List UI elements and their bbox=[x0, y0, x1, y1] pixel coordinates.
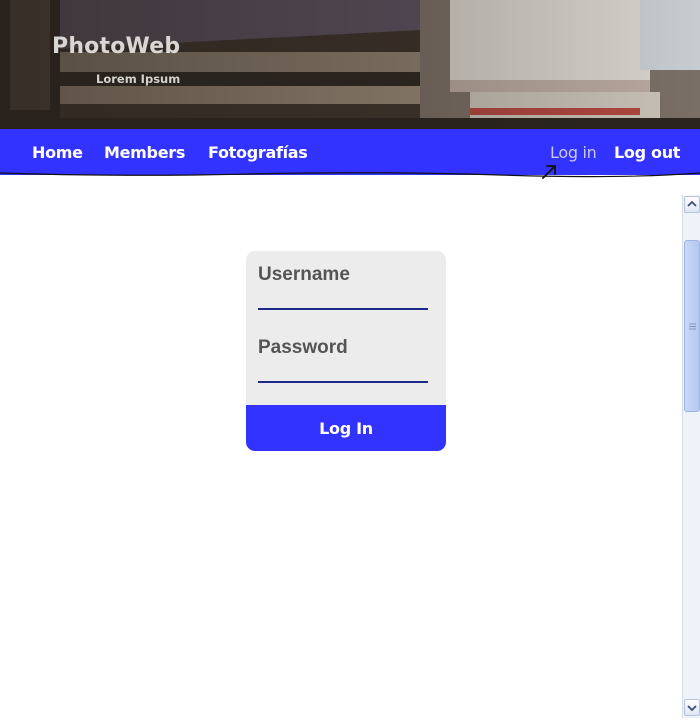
site-subtitle: Lorem Ipsum bbox=[96, 72, 181, 86]
username-input[interactable] bbox=[258, 288, 428, 310]
vertical-scrollbar[interactable] bbox=[682, 195, 700, 718]
banner-shade bbox=[0, 0, 700, 129]
chevron-up-icon bbox=[687, 200, 697, 207]
username-label: Username bbox=[258, 264, 350, 285]
login-submit-button[interactable]: Log In bbox=[246, 405, 446, 451]
scrollbar-thumb[interactable] bbox=[684, 240, 700, 412]
scroll-down-button[interactable] bbox=[684, 699, 700, 716]
password-input[interactable] bbox=[258, 361, 428, 383]
arrow-up-right-icon bbox=[542, 165, 556, 179]
login-card: Username Password Log In bbox=[246, 251, 446, 451]
nav-item-fotografias[interactable]: Fotografías bbox=[208, 143, 308, 162]
password-label: Password bbox=[258, 337, 348, 358]
chevron-down-icon bbox=[687, 705, 697, 712]
grip-lines-icon bbox=[689, 323, 696, 330]
nav-item-members[interactable]: Members bbox=[104, 143, 185, 162]
site-title: PhotoWeb bbox=[52, 34, 181, 59]
nav-item-login[interactable]: Log in bbox=[550, 143, 597, 162]
nav-item-logout[interactable]: Log out bbox=[614, 143, 680, 162]
header-banner: PhotoWeb Lorem Ipsum bbox=[0, 0, 700, 129]
scroll-up-button[interactable] bbox=[684, 196, 700, 213]
navbar-bottom-edge bbox=[0, 172, 700, 178]
nav-item-home[interactable]: Home bbox=[32, 143, 83, 162]
